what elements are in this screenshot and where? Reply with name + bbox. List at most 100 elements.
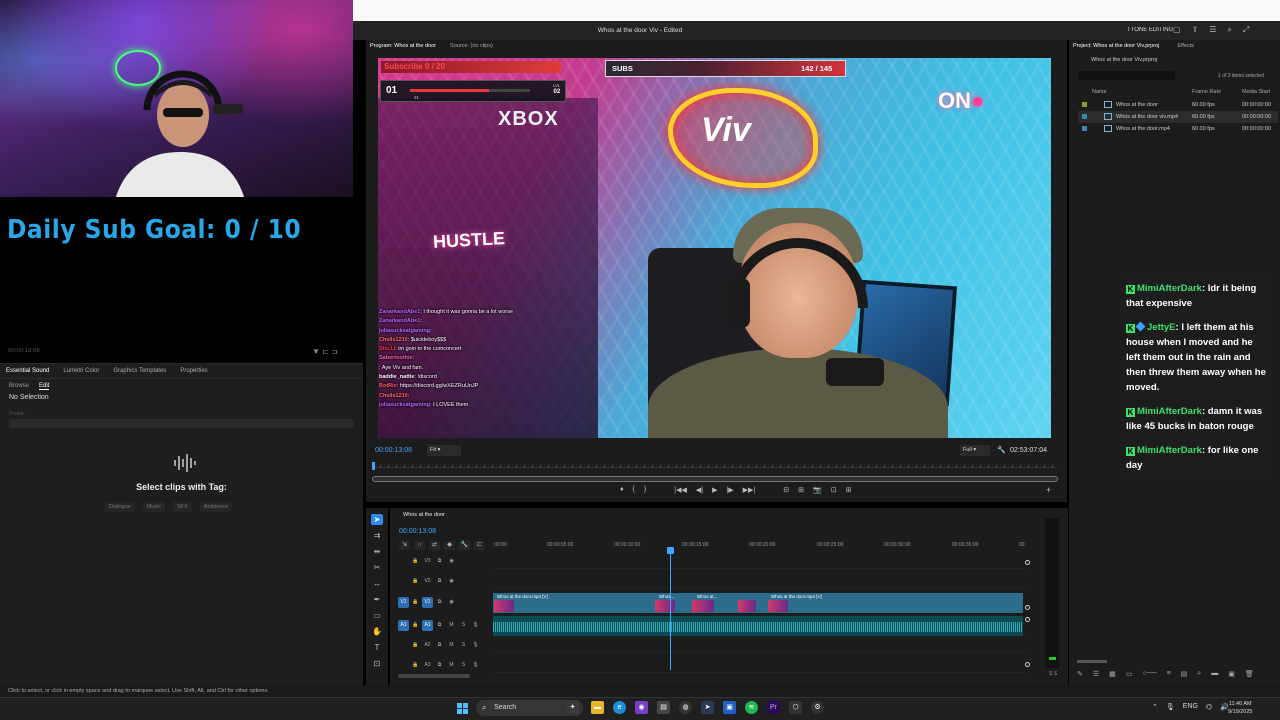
- source-patch-button[interactable]: V1: [398, 597, 409, 608]
- column-mediastart-header[interactable]: Media Start: [1242, 89, 1270, 95]
- video-clip-v1[interactable]: [493, 593, 1023, 613]
- obs-icon[interactable]: ▤: [657, 701, 670, 714]
- label-color-swatch[interactable]: [1082, 126, 1087, 131]
- resolution-dropdown[interactable]: Full ▾: [960, 445, 990, 456]
- step-back-button[interactable]: ◀|: [696, 486, 703, 494]
- eye-icon[interactable]: ◉: [446, 576, 457, 587]
- track-height-handle[interactable]: [1025, 662, 1030, 667]
- source-patch-button[interactable]: A1: [398, 620, 409, 631]
- settings-button[interactable]: ⊞: [846, 486, 852, 494]
- pencil-icon[interactable]: ✎: [1077, 670, 1083, 678]
- solo-button[interactable]: S: [458, 620, 469, 631]
- menu-icon[interactable]: ☰: [1209, 25, 1216, 35]
- list-view-icon[interactable]: ☰: [1093, 670, 1099, 678]
- project-item[interactable]: Whos at the door viv.mp4 60.00 fps 00:00:0…: [1078, 111, 1278, 123]
- layout-icon[interactable]: ▢: [1173, 25, 1181, 35]
- label-color-swatch[interactable]: [1082, 114, 1087, 119]
- timeline-playhead[interactable]: [670, 548, 671, 670]
- wrench-icon[interactable]: 🔧: [997, 446, 1006, 454]
- settings-icon[interactable]: ⚙: [811, 701, 824, 714]
- trash-icon[interactable]: 🗑: [1245, 670, 1254, 678]
- linked-selection-icon[interactable]: ⇄: [429, 541, 440, 550]
- tab-lumetri-color[interactable]: Lumetri Color: [63, 368, 99, 374]
- track-target-button[interactable]: V1: [422, 597, 433, 608]
- new-bin-icon[interactable]: ▬: [1211, 670, 1218, 678]
- search-icon[interactable]: ⌕: [1197, 670, 1201, 678]
- icon-view-icon[interactable]: ▦: [1109, 670, 1116, 678]
- timeline-settings-icon[interactable]: 🔧: [459, 541, 470, 550]
- new-item-icon[interactable]: ▣: [1228, 670, 1235, 678]
- share-icon[interactable]: ⇪: [1192, 25, 1199, 35]
- microphone-icon[interactable]: 🎙: [470, 660, 481, 671]
- lock-icon[interactable]: 🔒: [410, 556, 421, 567]
- track-target-button[interactable]: A3: [422, 660, 433, 671]
- tag-ambience-button[interactable]: Ambience: [199, 502, 233, 512]
- edge-browser-icon[interactable]: e: [613, 701, 626, 714]
- track-lane[interactable]: [493, 573, 1025, 589]
- mute-button[interactable]: M: [446, 660, 457, 671]
- microphone-icon[interactable]: 🎙: [470, 620, 481, 631]
- tag-sfx-button[interactable]: SFX: [173, 502, 192, 512]
- lift-button[interactable]: ⊟: [783, 486, 789, 494]
- steam-icon[interactable]: ➤: [701, 701, 714, 714]
- captions-icon[interactable]: ⊏: [474, 541, 485, 550]
- mute-button[interactable]: M: [446, 640, 457, 651]
- tab-project[interactable]: Project: Whos at the door Viv.prproj: [1073, 43, 1159, 49]
- search-icon[interactable]: ⌕: [1227, 25, 1231, 35]
- nest-icon[interactable]: ⇲: [399, 541, 410, 550]
- taskbar-clock[interactable]: 11:40 AM 9/19/2025: [1228, 700, 1252, 716]
- program-playhead[interactable]: [372, 462, 375, 470]
- selection-tool-icon[interactable]: ➤: [371, 514, 383, 525]
- lock-icon[interactable]: 🔒: [410, 660, 421, 671]
- file-explorer-icon[interactable]: ▬: [591, 701, 604, 714]
- sync-lock-icon[interactable]: ⧉: [434, 620, 445, 631]
- chevron-up-icon[interactable]: ⌃: [1152, 703, 1158, 711]
- project-item[interactable]: Whos at the door.mp4 60.00 fps 00:00:00:00: [1078, 123, 1278, 135]
- mark-in-button[interactable]: {: [633, 486, 635, 494]
- track-target-button[interactable]: A1: [422, 620, 433, 631]
- discord-icon[interactable]: ◉: [635, 701, 648, 714]
- zoom-slider-icon[interactable]: ○──: [1142, 670, 1156, 678]
- type-tool-icon[interactable]: T: [371, 642, 383, 653]
- track-target-button[interactable]: V3: [422, 556, 433, 567]
- sync-lock-icon[interactable]: ⧉: [434, 556, 445, 567]
- timeline-timecode[interactable]: 00:00:13:08: [399, 528, 436, 535]
- subtab-edit[interactable]: Edit: [39, 383, 50, 390]
- widgets-icon[interactable]: ✦: [566, 701, 579, 714]
- network-icon[interactable]: ⌬: [1206, 703, 1212, 711]
- column-framerate-header[interactable]: Frame Rate: [1192, 89, 1221, 95]
- playhead-handle[interactable]: [667, 547, 674, 554]
- track-target-button[interactable]: V2: [422, 576, 433, 587]
- lock-icon[interactable]: 🔒: [410, 620, 421, 631]
- mute-button[interactable]: M: [446, 620, 457, 631]
- tag-dialogue-button[interactable]: Dialogue: [105, 502, 135, 512]
- sync-lock-icon[interactable]: ⧉: [434, 597, 445, 608]
- freeform-view-icon[interactable]: ▭: [1126, 670, 1133, 678]
- track-height-handle[interactable]: [1025, 560, 1030, 565]
- ripple-tool-icon[interactable]: ⇹: [371, 546, 383, 557]
- lock-icon[interactable]: 🔒: [410, 576, 421, 587]
- program-ruler[interactable]: [372, 460, 1057, 468]
- github-icon[interactable]: ◍: [679, 701, 692, 714]
- sync-lock-icon[interactable]: ⧉: [434, 576, 445, 587]
- timeline-horizontal-scrollbar[interactable]: [398, 674, 470, 678]
- eye-icon[interactable]: ◉: [446, 556, 457, 567]
- track-select-tool-icon[interactable]: ⇉: [371, 530, 383, 541]
- eye-icon[interactable]: ◉: [446, 597, 457, 608]
- tab-graphics-templates[interactable]: Graphics Templates: [113, 368, 166, 374]
- add-marker-button[interactable]: ♦: [620, 486, 624, 494]
- solo-button[interactable]: S: [458, 640, 469, 651]
- lock-icon[interactable]: 🔒: [410, 597, 421, 608]
- column-name-header[interactable]: Name: [1092, 89, 1107, 95]
- project-search-input[interactable]: [1078, 71, 1175, 80]
- pen-tool-icon[interactable]: ✒: [371, 594, 383, 605]
- windows-start-icon[interactable]: [457, 703, 468, 714]
- workspace-label[interactable]: TTONE EDITING: [1127, 27, 1173, 33]
- track-target-button[interactable]: A2: [422, 640, 433, 651]
- premiere-icon[interactable]: Pr: [767, 701, 780, 714]
- zoom-fit-dropdown[interactable]: Fit ▾: [427, 445, 461, 456]
- sequence-tab[interactable]: Whos at the door: [403, 512, 445, 518]
- label-color-swatch[interactable]: [1082, 102, 1087, 107]
- app-icon[interactable]: ⬡: [789, 701, 802, 714]
- spotify-icon[interactable]: ≋: [745, 701, 758, 714]
